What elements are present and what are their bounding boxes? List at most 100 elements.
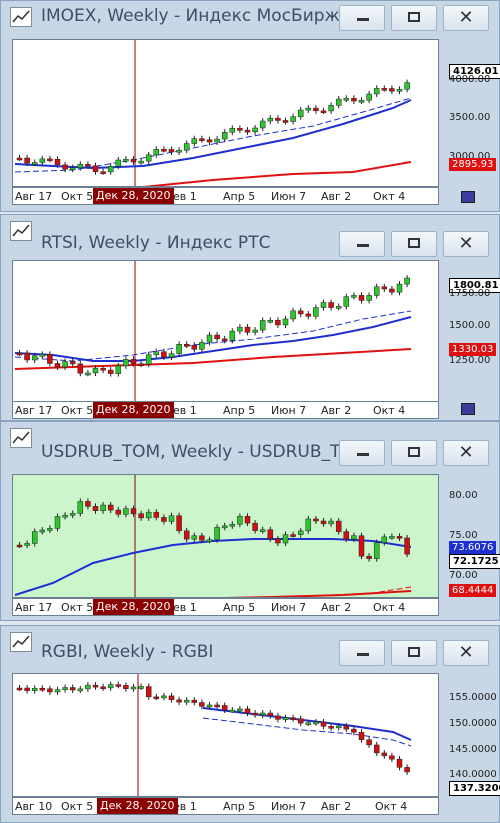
x-tick-label: Апр 5 [223,800,256,813]
x-tick-label: Окт 4 [373,190,406,203]
x-tick-label: Авг 10 [15,800,53,813]
maximize-button[interactable] [391,440,437,466]
candle-body [290,116,296,122]
candle-body [16,687,23,691]
candle-body [47,158,53,162]
x-tick-label: ев 1 [173,601,197,614]
ma-blue-dashed-line [202,717,412,747]
price-plot[interactable] [12,474,439,598]
candle-body [153,351,160,355]
candle-body [396,89,403,92]
candle-body [259,529,266,532]
candle-body [31,687,38,691]
minimize-button[interactable] [339,440,385,466]
candle-body [92,165,99,172]
candle-body [62,687,68,690]
x-axis: Авг 17 Окт 5 ев 1 Апр 5 Июн 7 Авг 2 Окт … [12,401,439,419]
candle-body [31,531,38,544]
price-plot[interactable] [12,39,439,187]
candle-body [54,363,61,368]
title-bar[interactable]: IMOEX, Weekly - Индекс МосБиржи ✕ [1,1,499,31]
candle-body [244,326,251,333]
candle-body [343,98,350,101]
candle-body [320,302,327,308]
y-tick-label: 3500.00 [449,112,491,123]
x-tick-label: Апр 5 [223,601,256,614]
minimize-button[interactable] [339,640,385,666]
x-tick-label: Июн 7 [271,190,307,203]
title-bar[interactable]: RGBI, Weekly - RGBI ✕ [1,626,499,666]
close-button[interactable]: ✕ [443,231,489,257]
candle-body [244,516,251,524]
candle-body [259,120,266,129]
candle-body [351,728,357,733]
candle-body [206,139,213,143]
chart-window-usdrub[interactable]: USDRUB_TOM, Weekly - USDRUB_T... ✕ 80.00… [0,421,500,621]
candle-body [183,530,190,540]
chart-window-rgbi[interactable]: RGBI, Weekly - RGBI ✕ 155.0000 150.0000 … [0,625,500,823]
x-axis: Авг 17 Окт 5 ев 1 Апр 5 Июн 7 Авг 2 Окт … [12,187,439,205]
chart-window-imoex[interactable]: IMOEX, Weekly - Индекс МосБиржи ✕ 4126.0… [0,0,500,212]
candle-body [130,686,137,690]
maximize-button[interactable] [391,640,437,666]
candle-body [168,695,175,701]
candle-body [85,501,91,507]
x-tick-label: Окт 4 [373,404,406,417]
candle-body [290,534,296,537]
price-plot[interactable] [12,260,439,402]
candle-body [47,354,53,364]
candle-body [176,515,182,532]
sync-icon[interactable] [461,403,475,415]
candle-body [343,531,350,540]
candle-body [244,129,251,133]
title-bar[interactable]: USDRUB_TOM, Weekly - USDRUB_T... ✕ [1,422,499,466]
candle-body [92,684,99,688]
y-tick-label: 4000.00 [449,74,491,85]
candle-body [191,535,198,540]
candle-body [199,702,205,707]
close-button[interactable]: ✕ [443,640,489,666]
candle-body [77,164,84,168]
candle-body [145,511,152,519]
candle-body [115,365,122,374]
candle-body [221,338,228,342]
title-bar[interactable]: RTSI, Weekly - Индекс РТС ✕ [1,215,499,257]
candle-body [100,367,106,371]
sync-icon[interactable] [461,191,475,203]
ma-price-tag: 2895.93 [449,158,497,171]
candle-body [69,687,76,691]
candle-body [100,504,106,511]
maximize-button[interactable] [391,231,437,257]
candle-body [229,709,236,713]
minimize-button[interactable] [339,5,385,31]
candle-body [161,695,167,699]
candle-body [24,543,30,546]
candle-body [290,310,296,320]
candle-body [31,355,38,361]
close-button[interactable]: ✕ [443,440,489,466]
y-tick-label: 70.00 [449,570,478,581]
x-tick-label: Окт 5 [61,190,94,203]
minimize-button[interactable] [339,231,385,257]
candle-body [366,555,372,559]
candle-body [199,138,205,141]
candle-body [396,283,403,293]
candle-body [161,351,167,358]
candle-body [54,159,61,166]
candle-body [373,542,380,559]
candle-body [47,528,53,531]
candle-body [153,149,160,156]
chart-window-rtsi[interactable]: RTSI, Weekly - Индекс РТС ✕ 1800.81 1750… [0,214,500,421]
x-tick-label: Окт 4 [373,601,406,614]
candle-body [115,509,122,515]
close-button[interactable]: ✕ [443,5,489,31]
candle-body [24,157,30,164]
candle-body [221,525,228,529]
candle-body [214,527,220,540]
price-plot[interactable] [12,673,439,797]
candle-body [404,537,410,555]
candle-body [389,536,395,539]
candle-body [199,535,205,541]
maximize-button[interactable] [391,5,437,31]
candle-body [237,708,243,712]
